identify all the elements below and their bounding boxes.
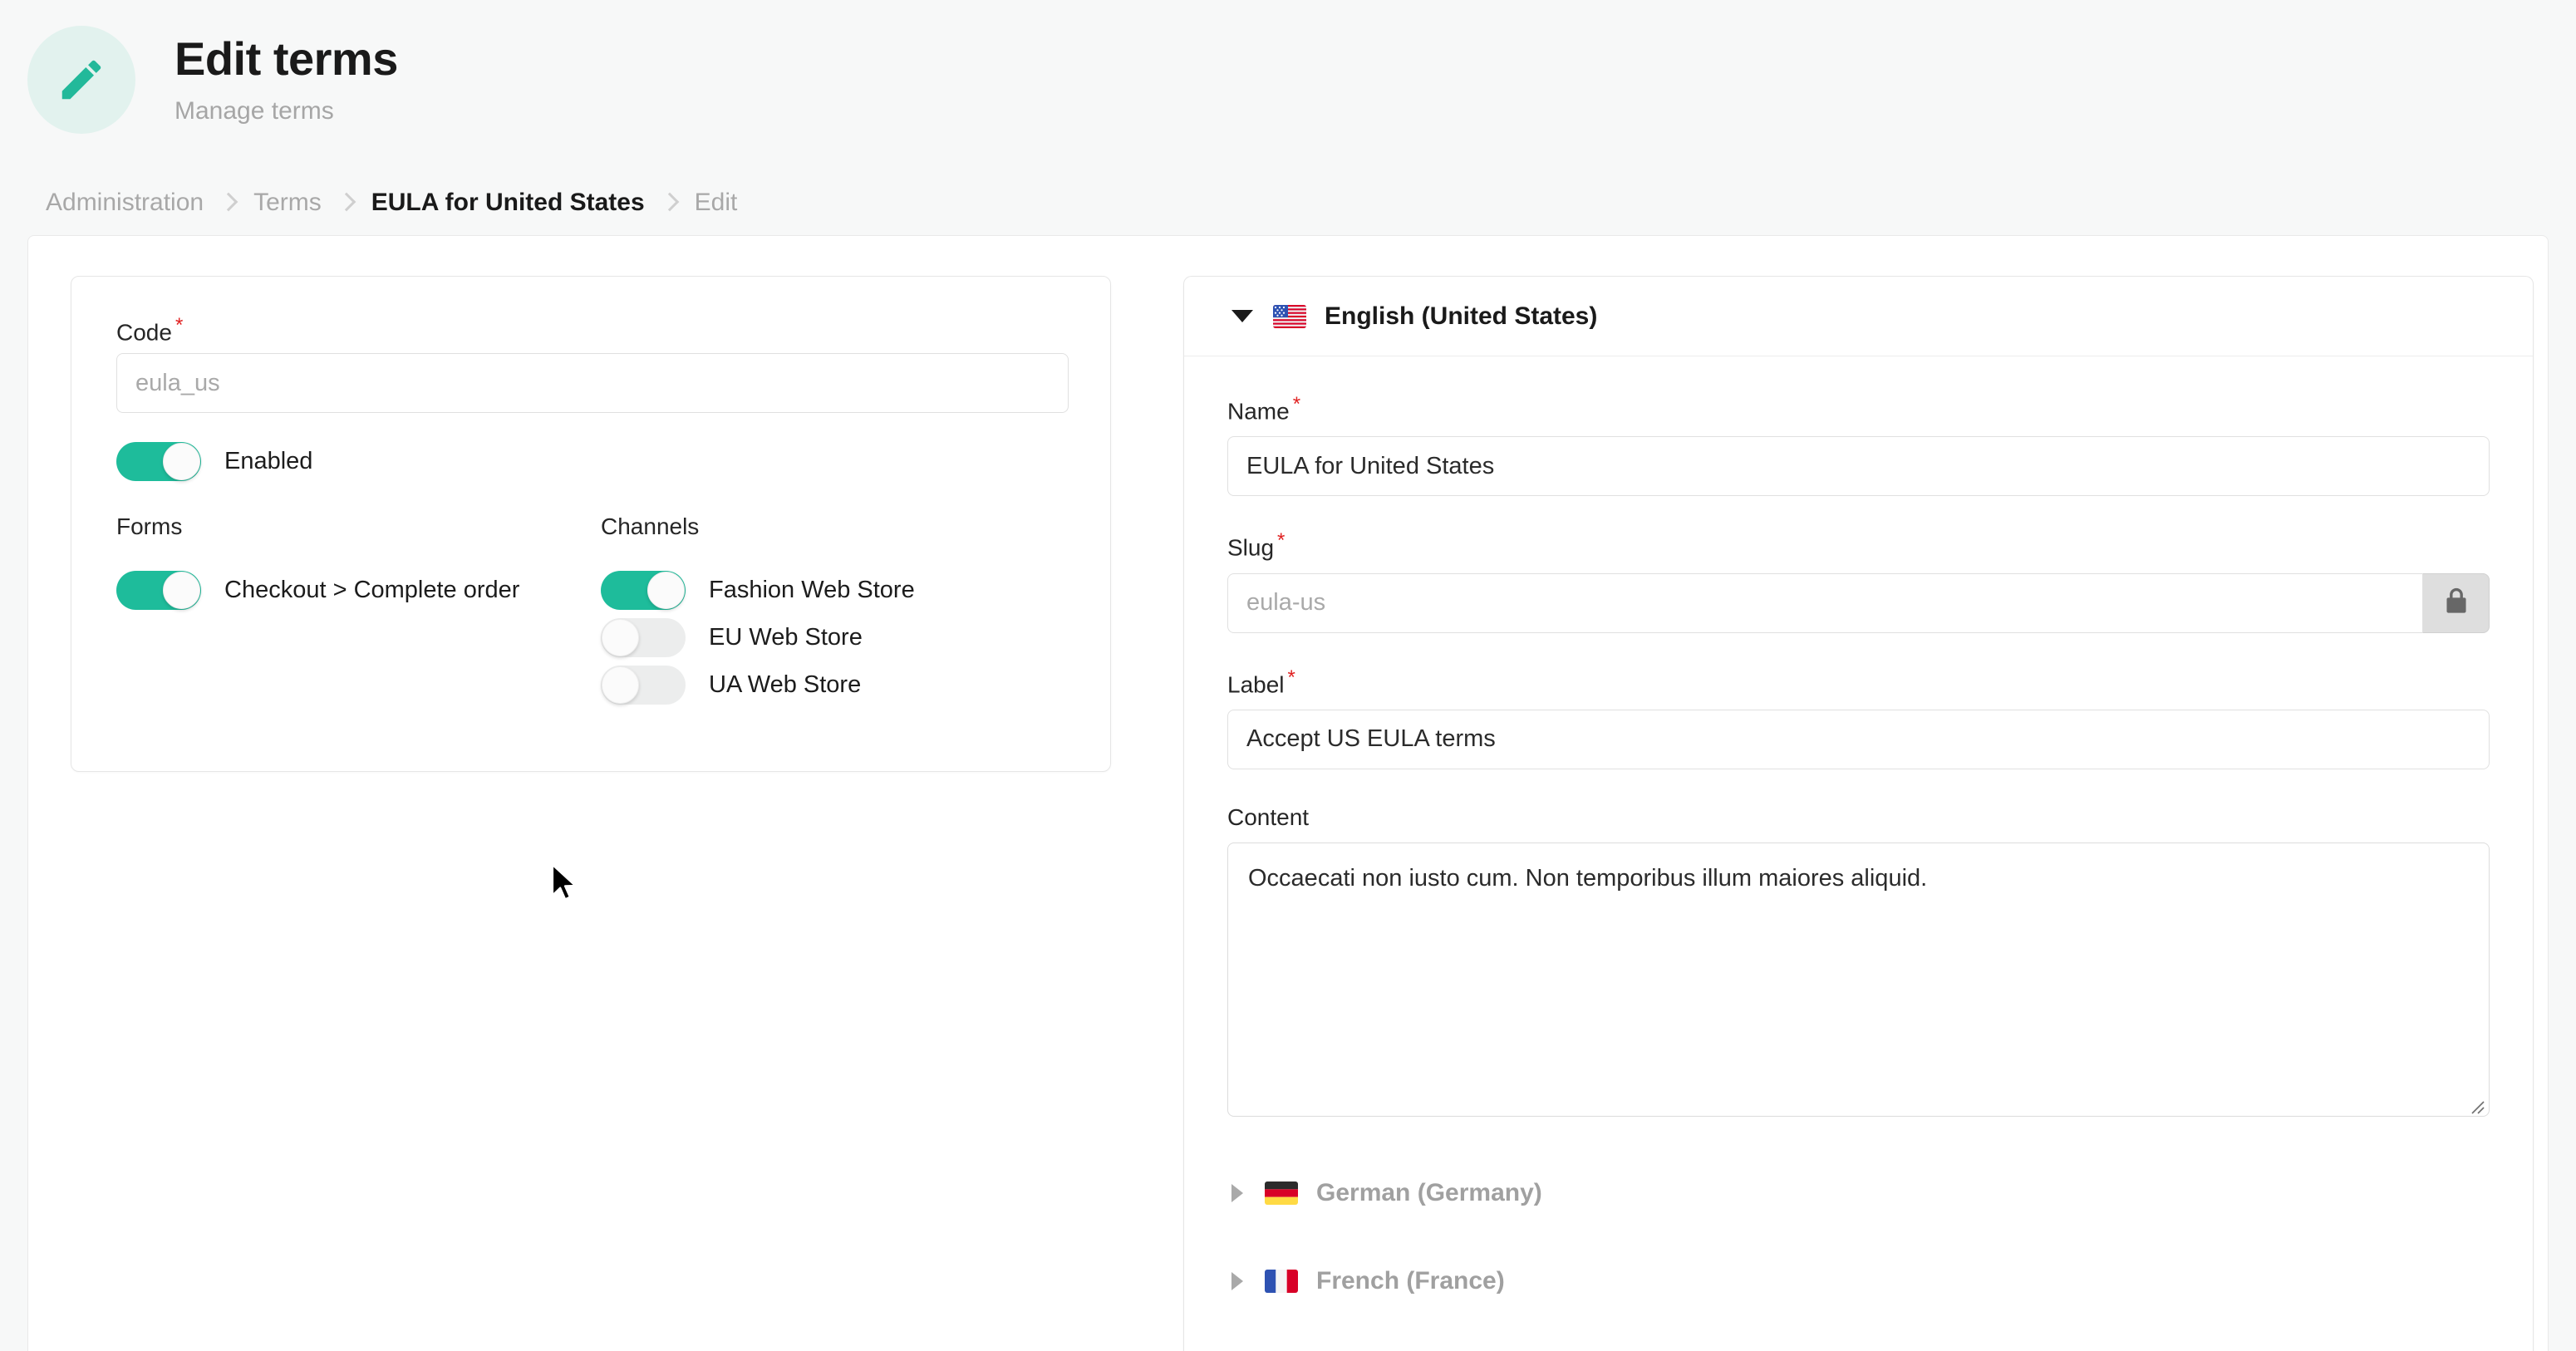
content-container: Code* eula_us Enabled Forms Checkout > C… <box>27 235 2549 1351</box>
channel-label: EU Web Store <box>709 624 863 651</box>
channel-toggle-row[interactable]: EU Web Store <box>601 618 915 657</box>
label-input-value: Accept US EULA terms <box>1246 725 1496 753</box>
label-input[interactable]: Accept US EULA terms <box>1227 710 2490 769</box>
channels-group: Channels Fashion Web Store EU Web Store … <box>601 513 915 705</box>
forms-group-label: Forms <box>116 513 519 540</box>
page-icon-badge <box>27 26 135 134</box>
chevron-right-icon <box>340 192 353 214</box>
channel-label: Fashion Web Store <box>709 577 915 604</box>
form-label: Checkout > Complete order <box>224 577 519 604</box>
forms-group: Forms Checkout > Complete order <box>116 513 519 610</box>
toggle-knob <box>602 619 639 656</box>
locale-name-german: German (Germany) <box>1316 1179 1542 1207</box>
code-field-group: Code* <box>116 316 183 344</box>
slug-input-value: eula-us <box>1246 589 1325 617</box>
locale-header-english[interactable]: English (United States) <box>1184 277 2533 356</box>
content-textarea[interactable]: Occaecati non iusto cum. Non temporibus … <box>1227 843 2490 1117</box>
channels-group-label: Channels <box>601 513 915 540</box>
toggle-knob <box>602 666 639 704</box>
code-input-value: eula_us <box>135 370 220 397</box>
pencil-icon <box>56 54 107 106</box>
breadcrumb-item-edit: Edit <box>695 189 738 217</box>
toggle-knob <box>647 572 685 609</box>
chevron-right-icon[interactable] <box>1231 1184 1243 1202</box>
channel-toggle-eu-web-store[interactable] <box>601 618 686 657</box>
code-label: Code* <box>116 316 183 344</box>
channel-toggle-row[interactable]: Fashion Web Store <box>601 571 915 610</box>
slug-input-group: eula-us <box>1227 573 2490 633</box>
enabled-toggle-row[interactable]: Enabled <box>116 442 312 481</box>
slug-lock-button[interactable] <box>2423 573 2490 633</box>
name-label: Name* <box>1227 395 2490 423</box>
required-indicator: * <box>1288 666 1295 689</box>
code-input[interactable]: eula_us <box>116 353 1069 413</box>
name-input-value: EULA for United States <box>1246 453 1494 480</box>
page-subtitle: Manage terms <box>175 97 398 125</box>
enabled-label: Enabled <box>224 448 312 475</box>
chevron-right-icon <box>663 192 676 214</box>
enabled-toggle[interactable] <box>116 442 201 481</box>
breadcrumb-item-eula[interactable]: EULA for United States <box>371 189 645 217</box>
page-title: Edit terms <box>175 35 398 84</box>
de-flag-icon <box>1265 1182 1298 1205</box>
label-field-label: Label* <box>1227 668 2490 696</box>
name-input[interactable]: EULA for United States <box>1227 436 2490 496</box>
page-header-text: Edit terms Manage terms <box>175 35 398 125</box>
toggle-knob <box>163 572 200 609</box>
resize-handle-icon[interactable] <box>2466 1093 2485 1112</box>
chevron-right-icon <box>222 192 235 214</box>
locale-header-french[interactable]: French (France) <box>1184 1256 2490 1306</box>
general-settings-card: Code* eula_us Enabled Forms Checkout > C… <box>71 276 1111 772</box>
breadcrumb: Administration Terms EULA for United Sta… <box>46 184 737 221</box>
locale-header-german[interactable]: German (Germany) <box>1184 1168 2490 1218</box>
page-header: Edit terms Manage terms <box>0 0 2576 166</box>
us-flag-icon <box>1273 305 1306 328</box>
lock-closed-icon <box>2444 587 2469 619</box>
toggle-knob <box>163 443 200 480</box>
slug-label: Slug* <box>1227 531 2490 559</box>
locale-body-english: Name* EULA for United States Slug* eula-… <box>1184 356 2533 1306</box>
required-indicator: * <box>1277 529 1285 552</box>
required-indicator: * <box>175 314 183 337</box>
chevron-down-icon[interactable] <box>1231 310 1253 322</box>
required-indicator: * <box>1293 393 1300 415</box>
channel-label: UA Web Store <box>709 671 861 699</box>
channel-toggle-row[interactable]: UA Web Store <box>601 666 915 705</box>
slug-input[interactable]: eula-us <box>1227 573 2423 633</box>
breadcrumb-item-administration[interactable]: Administration <box>46 189 204 217</box>
channel-toggle-ua-web-store[interactable] <box>601 666 686 705</box>
fr-flag-icon <box>1265 1270 1298 1293</box>
form-toggle-checkout-complete-order[interactable] <box>116 571 201 610</box>
content-label: Content <box>1227 806 2490 829</box>
locale-name-french: French (France) <box>1316 1267 1505 1295</box>
form-toggle-row[interactable]: Checkout > Complete order <box>116 571 519 610</box>
channel-toggle-fashion-web-store[interactable] <box>601 571 686 610</box>
chevron-right-icon[interactable] <box>1231 1272 1243 1290</box>
locale-name-english: English (United States) <box>1325 302 1597 331</box>
content-textarea-value: Occaecati non iusto cum. Non temporibus … <box>1248 865 1927 892</box>
translations-card: English (United States) Name* EULA for U… <box>1183 276 2534 1351</box>
breadcrumb-item-terms[interactable]: Terms <box>253 189 322 217</box>
